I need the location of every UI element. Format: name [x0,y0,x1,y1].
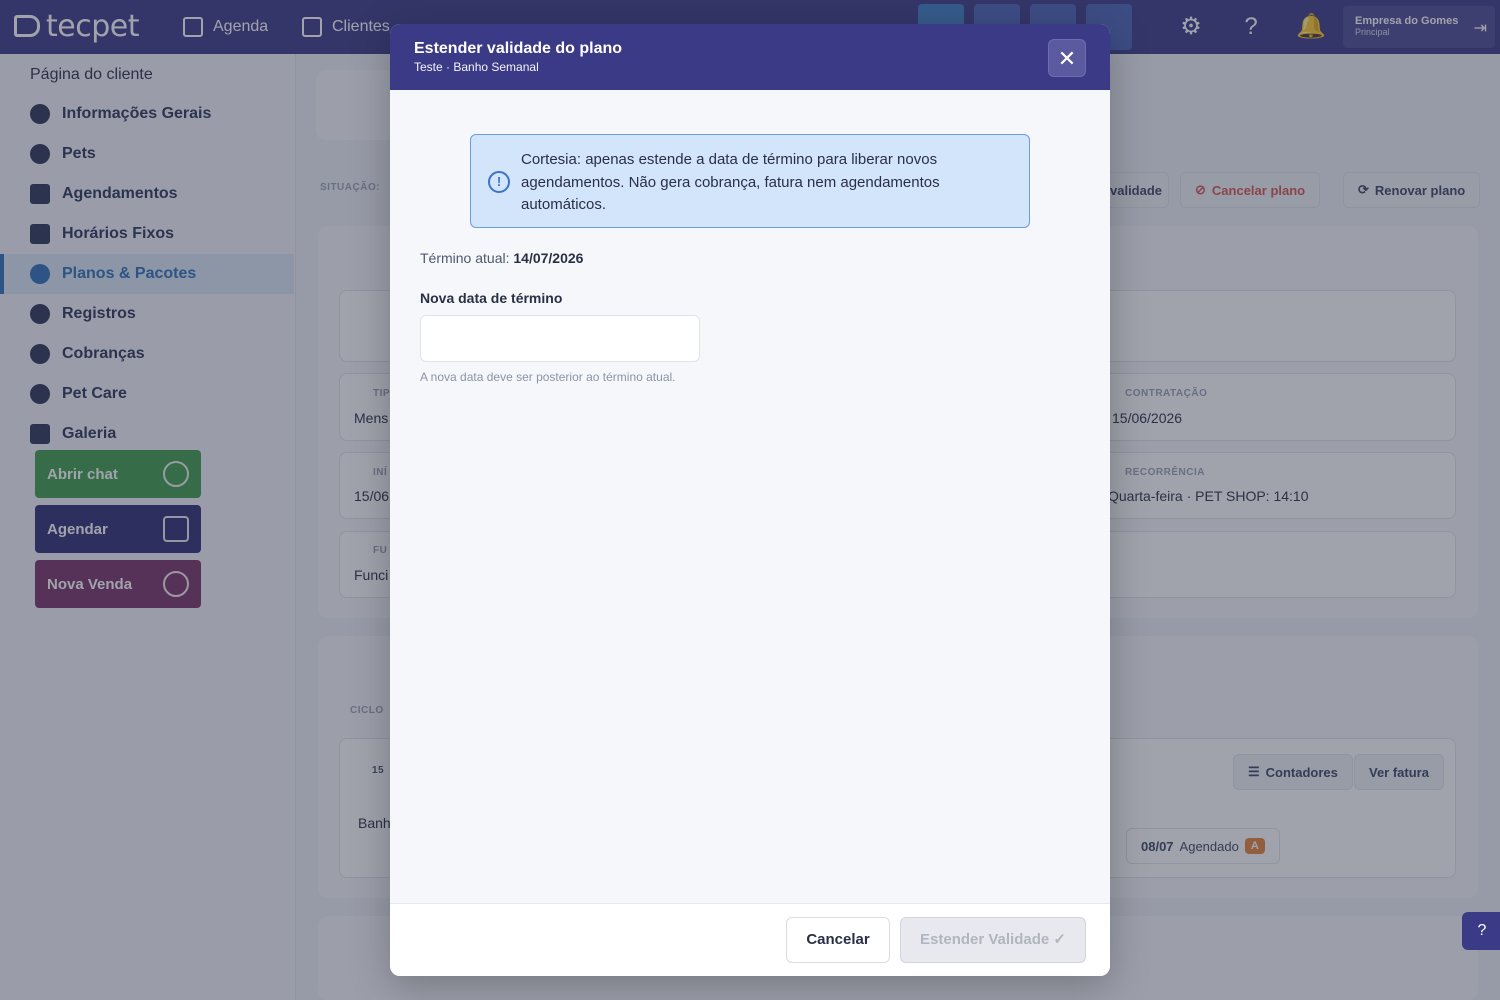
help-floating-button[interactable]: ? [1462,912,1500,950]
new-date-label: Nova data de término [420,290,563,306]
info-alert: ! Cortesia: apenas estende a data de tér… [470,134,1030,228]
modal-subtitle: Teste · Banho Semanal [414,60,539,74]
modal-header: Estender validade do plano Teste · Banho… [390,24,1110,90]
cancel-button[interactable]: Cancelar [786,917,890,963]
close-button[interactable]: ✕ [1048,39,1086,77]
help-icon: ? [1477,922,1487,939]
extend-validity-modal: Estender validade do plano Teste · Banho… [390,24,1110,976]
info-icon: ! [488,171,510,193]
current-end-label: Término atual: [420,250,510,266]
modal-footer: Cancelar Estender Validade ✓ [390,903,1110,976]
date-hint: A nova data deve ser posterior ao términ… [420,370,676,384]
info-text: Cortesia: apenas estende a data de térmi… [521,151,940,213]
extend-validity-confirm-button[interactable]: Estender Validade ✓ [900,917,1086,963]
close-icon: ✕ [1057,46,1077,71]
modal-title: Estender validade do plano [414,40,623,57]
current-end-value: 14/07/2026 [513,250,584,266]
new-end-date-input[interactable] [420,315,700,362]
current-end-line: Término atual: 14/07/2026 [420,250,583,266]
